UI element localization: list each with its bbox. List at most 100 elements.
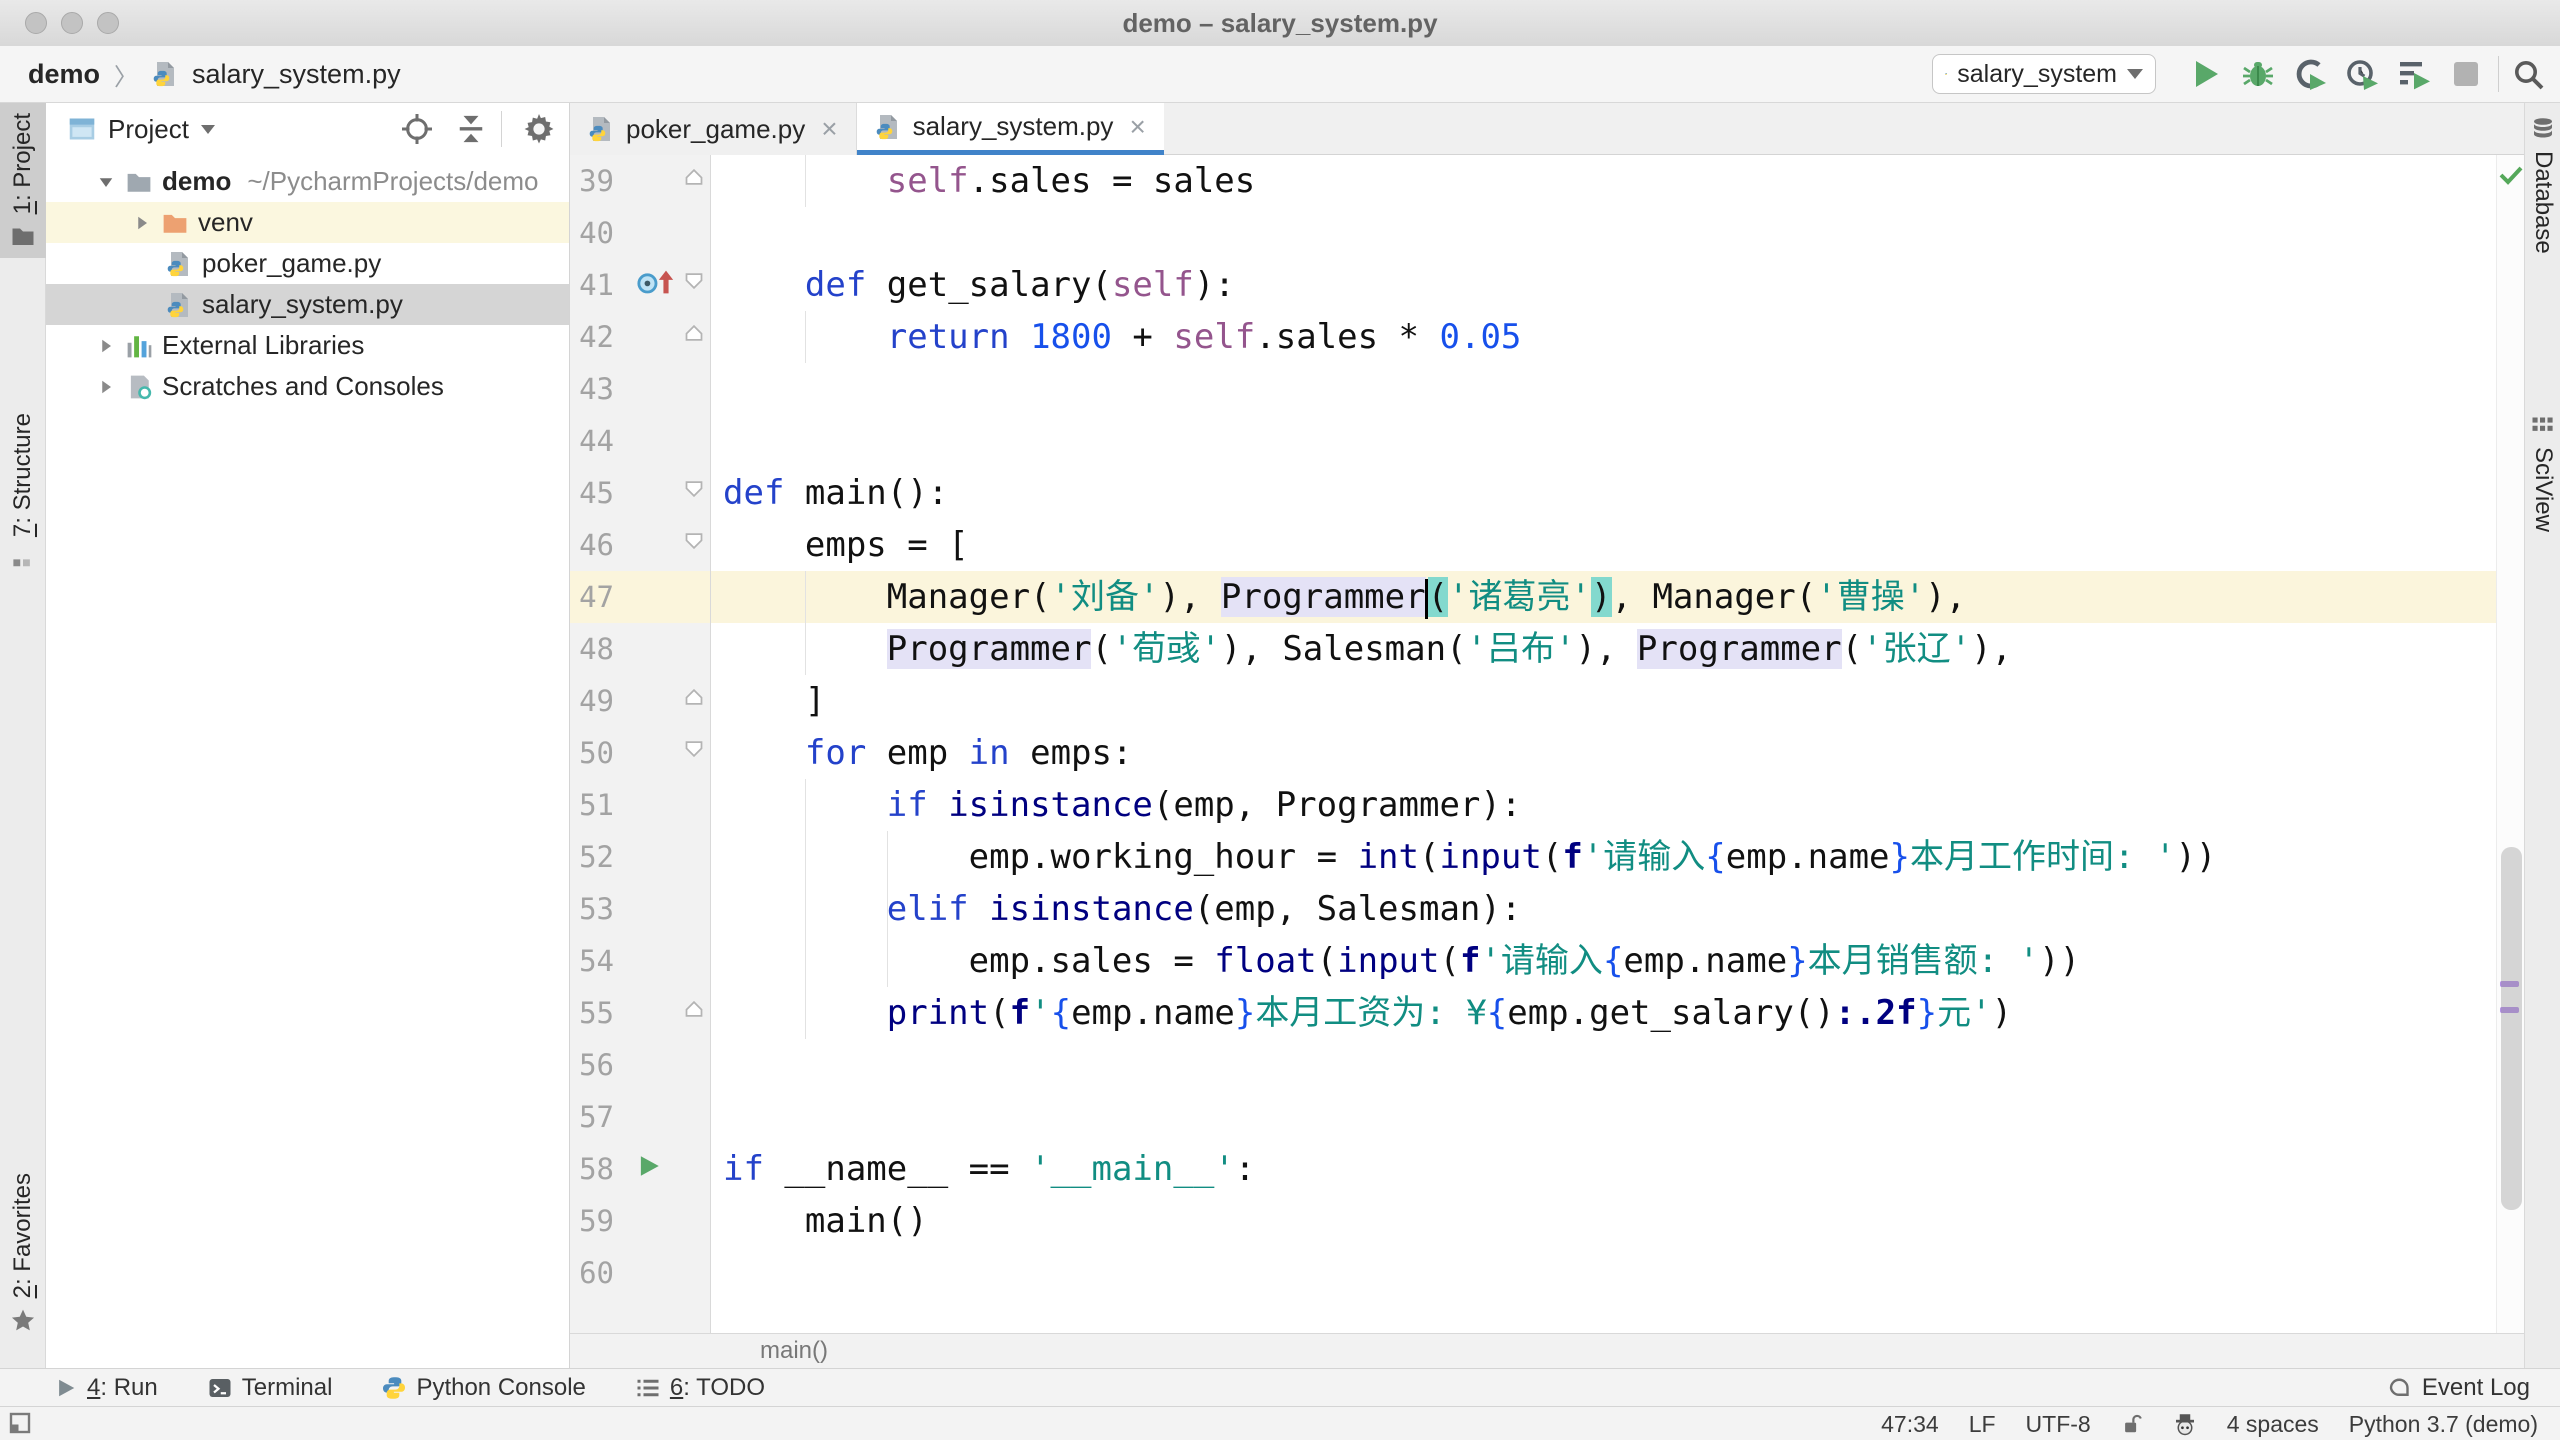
file-encoding[interactable]: UTF-8: [2026, 1411, 2091, 1438]
python-logo-icon: [1945, 61, 1947, 87]
inspections-ok-icon: [2499, 165, 2523, 185]
event-log-button[interactable]: Event Log: [2388, 1369, 2530, 1407]
highlighting-level-icon[interactable]: [2173, 1412, 2197, 1436]
editor-breadcrumb-bar: main(): [570, 1333, 2524, 1368]
tree-item-external-libraries[interactable]: External Libraries: [46, 325, 569, 366]
code-text: def main():: [723, 473, 949, 513]
code-line-54[interactable]: 54 emp.sales = float(input(f'请输入{emp.nam…: [570, 935, 2496, 987]
tree-item-salary-system[interactable]: salary_system.py: [46, 284, 569, 325]
fold-marker-icon[interactable]: [684, 480, 704, 498]
run-button[interactable]: [2190, 58, 2222, 90]
structure-icon: [13, 559, 30, 567]
toolbar-separator: [2498, 56, 2499, 92]
code-line-51[interactable]: 51 if isinstance(emp, Programmer):: [570, 779, 2496, 831]
code-line-41[interactable]: 41 def get_salary(self):: [570, 259, 2496, 311]
vertical-scrollbar[interactable]: [2501, 847, 2522, 1210]
override-marker-icon[interactable]: [636, 269, 676, 295]
line-number: 48: [579, 632, 614, 666]
fold-marker-icon[interactable]: [684, 1000, 704, 1018]
breadcrumb: demo 〉 salary_system.py: [28, 46, 401, 102]
code-line-53[interactable]: 53 elif isinstance(emp, Salesman):: [570, 883, 2496, 935]
tree-item-poker-game[interactable]: poker_game.py: [46, 243, 569, 284]
close-icon[interactable]: ×: [821, 113, 837, 145]
code-line-49[interactable]: 49 ]: [570, 675, 2496, 727]
run-configuration-select[interactable]: salary_system: [1932, 54, 2156, 94]
breadcrumb-file[interactable]: salary_system.py: [192, 59, 401, 90]
stop-button[interactable]: [2450, 58, 2482, 90]
gear-icon[interactable]: [524, 114, 554, 144]
code-line-52[interactable]: 52 emp.working_hour = int(input(f'请输入{em…: [570, 831, 2496, 883]
code-line-40[interactable]: 40: [570, 207, 2496, 259]
python-logo-icon: [382, 1376, 406, 1400]
code-line-59[interactable]: 59 main(): [570, 1195, 2496, 1247]
tool-window-switcher-icon[interactable]: [8, 1411, 32, 1435]
run-concurrency-button[interactable]: [2398, 58, 2430, 90]
breadcrumb-function[interactable]: main(): [760, 1337, 828, 1364]
code-line-55[interactable]: 55 print(f'{emp.name}本月工资为: ¥{emp.get_sa…: [570, 987, 2496, 1039]
code-text: emp.sales = float(input(f'请输入{emp.name}本…: [723, 941, 2081, 981]
tree-item-demo[interactable]: demo ~/PycharmProjects/demo: [46, 161, 569, 202]
code-line-43[interactable]: 43: [570, 363, 2496, 415]
line-number: 40: [579, 216, 614, 250]
tab-salary-system[interactable]: salary_system.py ×: [856, 103, 1164, 155]
sidebar-item-project[interactable]: 1: Project: [0, 103, 46, 259]
toolwindow-terminal[interactable]: Terminal: [208, 1374, 332, 1402]
code-line-48[interactable]: 48 Programmer('荀彧'), Salesman('吕布'), Pro…: [570, 623, 2496, 675]
code-line-58[interactable]: 58 if __name__ == '__main__':: [570, 1143, 2496, 1195]
fold-marker-icon[interactable]: [684, 688, 704, 706]
sidebar-item-favorites[interactable]: 2: Favorites: [0, 1163, 46, 1344]
project-view-selector[interactable]: Project: [108, 114, 189, 145]
code-line-45[interactable]: 45 def main():: [570, 467, 2496, 519]
toolwindow-python-console[interactable]: Python Console: [382, 1374, 586, 1402]
code-text: if isinstance(emp, Programmer):: [886, 785, 1522, 825]
code-text: for emp in emps:: [804, 733, 1133, 773]
code-line-42[interactable]: 42 return 1800 + self.sales * 0.05: [570, 311, 2496, 363]
profiler-button[interactable]: [2346, 58, 2378, 90]
code-line-46[interactable]: 46 emps = [: [570, 519, 2496, 571]
locate-file-button[interactable]: [402, 114, 432, 144]
sidebar-item-sciview[interactable]: SciView: [2525, 413, 2560, 532]
tree-item-venv[interactable]: venv: [46, 202, 569, 243]
indent-setting[interactable]: 4 spaces: [2227, 1411, 2319, 1438]
interpreter[interactable]: Python 3.7 (demo): [2349, 1411, 2538, 1438]
code-line-44[interactable]: 44: [570, 415, 2496, 467]
code-line-60[interactable]: 60: [570, 1247, 2496, 1299]
fold-marker-icon[interactable]: [684, 532, 704, 550]
tree-item-scratches[interactable]: Scratches and Consoles: [46, 366, 569, 407]
python-file-icon: [166, 251, 192, 277]
error-stripe[interactable]: [2496, 155, 2524, 1333]
code-line-57[interactable]: 57: [570, 1091, 2496, 1143]
chevron-down-icon: [96, 172, 116, 192]
breadcrumb-project[interactable]: demo: [28, 59, 100, 90]
caret-position[interactable]: 47:34: [1881, 1411, 1939, 1438]
code-editor[interactable]: 39 self.sales = sales 40 41 def get_salary…: [570, 155, 2496, 1333]
chevron-right-icon: [96, 336, 116, 356]
fold-marker-icon[interactable]: [684, 324, 704, 342]
search-everywhere-button[interactable]: [2512, 58, 2544, 90]
sidebar-item-structure[interactable]: 7: Structure: [0, 403, 46, 579]
code-line-50[interactable]: 50 for emp in emps:: [570, 727, 2496, 779]
fold-marker-icon[interactable]: [684, 740, 704, 758]
fold-marker-icon[interactable]: [684, 272, 704, 290]
code-line-47[interactable]: 47 Manager('刘备'), Programmer('诸葛亮'), Man…: [570, 571, 2496, 623]
title-bar: demo – salary_system.py: [0, 0, 2560, 47]
toolwindow-todo[interactable]: 6: TODO: [636, 1374, 765, 1402]
fold-marker-icon[interactable]: [684, 168, 704, 186]
event-log-icon: [2388, 1376, 2412, 1400]
unlock-icon[interactable]: [2121, 1413, 2143, 1435]
run-line-icon[interactable]: [636, 1153, 662, 1179]
line-number: 41: [579, 268, 614, 302]
run-with-coverage-button[interactable]: [2294, 58, 2326, 90]
tab-poker-game[interactable]: poker_game.py ×: [570, 103, 857, 155]
collapse-all-button[interactable]: [456, 114, 486, 144]
indent-guide: [804, 779, 806, 1039]
sidebar-item-database[interactable]: Database: [2525, 117, 2560, 254]
debug-button[interactable]: [2242, 58, 2274, 90]
code-line-39[interactable]: 39 self.sales = sales: [570, 155, 2496, 207]
line-number: 53: [579, 892, 614, 926]
close-icon[interactable]: ×: [1129, 111, 1145, 143]
toolwindow-run[interactable]: 4: Run: [55, 1374, 158, 1402]
navigation-bar: demo 〉 salary_system.py salary_system: [0, 46, 2560, 103]
line-separator[interactable]: LF: [1969, 1411, 1996, 1438]
code-line-56[interactable]: 56: [570, 1039, 2496, 1091]
